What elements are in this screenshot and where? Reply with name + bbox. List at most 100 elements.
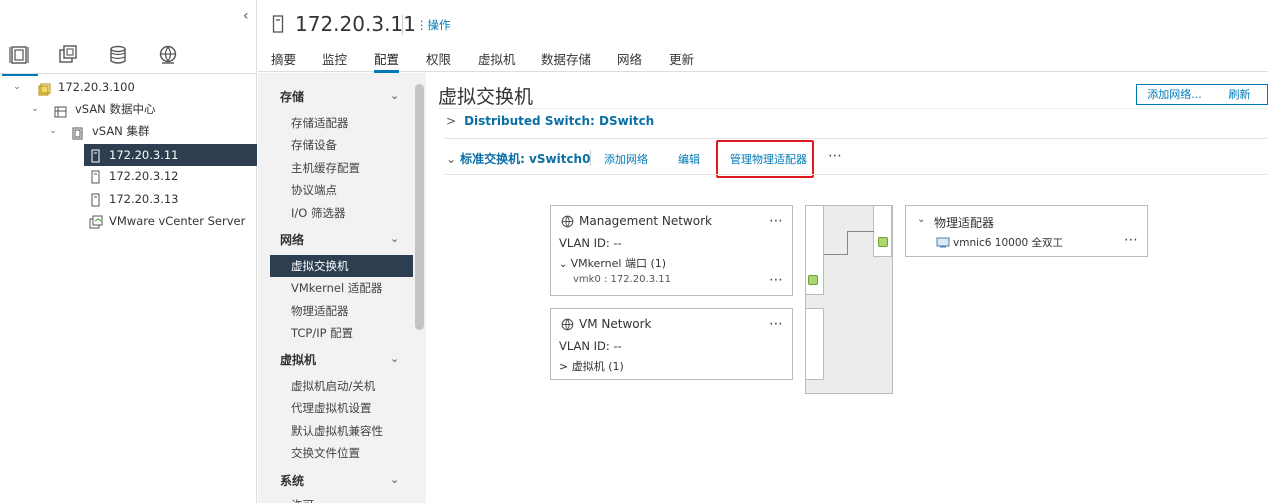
menu-item-storage-adapters[interactable]: 存储适配器: [291, 115, 349, 131]
standard-switch-header[interactable]: ⌄ 标准交换机: vSwitch0: [446, 150, 590, 167]
storage-icon[interactable]: [107, 44, 131, 68]
menu-item-vm-compat[interactable]: 默认虚拟机兼容性: [291, 423, 383, 439]
menu-scrollbar-thumb[interactable]: [415, 84, 424, 330]
networking-icon[interactable]: [157, 44, 181, 68]
menu-section-storage[interactable]: 存储: [280, 88, 304, 105]
tree-item-label: vSAN 数据中心: [75, 102, 156, 116]
menu-item-virtual-switches[interactable]: 虚拟交换机: [270, 255, 413, 277]
tab-summary[interactable]: 摘要: [271, 49, 296, 68]
actions-menu[interactable]: ⋮操作: [416, 17, 451, 33]
menu-item-licensing[interactable]: 许可: [291, 497, 314, 503]
vms-label: 虚拟机 (1): [571, 360, 624, 373]
tree-item-cluster[interactable]: ⌄ vSAN 集群: [0, 120, 257, 142]
tab-networks[interactable]: 网络: [617, 49, 642, 68]
menu-item-protocol-endpoints[interactable]: 协议端点: [291, 182, 337, 198]
add-network-link[interactable]: 添加网络: [604, 151, 648, 167]
tree-item-label: 172.20.3.100: [58, 80, 135, 94]
tree-item-vm[interactable]: VMware vCenter Server: [0, 210, 257, 232]
more-actions-icon[interactable]: ⋯: [1124, 232, 1139, 248]
chevron-down-icon[interactable]: ⌄: [390, 473, 399, 486]
chevron-down-icon[interactable]: ⌄: [390, 232, 399, 245]
menu-item-agent-vm[interactable]: 代理虚拟机设置: [291, 400, 372, 416]
chevron-down-icon[interactable]: ⌄: [390, 352, 399, 365]
tab-permissions[interactable]: 权限: [426, 49, 451, 68]
tree-item-label: 172.20.3.12: [109, 169, 179, 183]
more-actions-icon[interactable]: ⋯: [769, 316, 784, 332]
port-group-name: Management Network: [579, 214, 712, 228]
chevron-down-icon: ⌄: [446, 152, 457, 166]
vcenter-icon: [38, 81, 51, 96]
menu-item-host-cache[interactable]: 主机缓存配置: [291, 160, 360, 176]
menu-section-system[interactable]: 系统: [280, 472, 304, 489]
configure-menu: 存储 ⌄ 存储适配器 存储设备 主机缓存配置 协议端点 I/O 筛选器 网络 ⌄…: [258, 73, 426, 503]
host-icon: [89, 148, 102, 163]
menu-item-io-filters[interactable]: I/O 筛选器: [291, 205, 345, 221]
vmkernel-ports-label: VMkernel 端口 (1): [570, 257, 667, 270]
tree-item-datacenter[interactable]: ⌄ vSAN 数据中心: [0, 98, 257, 120]
chevron-down-icon[interactable]: ⌄: [12, 76, 22, 98]
header-divider: [402, 15, 403, 35]
more-actions-icon[interactable]: ⋯: [769, 213, 784, 229]
host-icon: [89, 192, 102, 207]
chevron-right-icon: >: [446, 114, 457, 128]
menu-item-tcpip-config[interactable]: TCP/IP 配置: [291, 325, 353, 341]
vmkernel-item[interactable]: vmk0 : 172.20.3.11: [573, 274, 671, 285]
hosts-clusters-icon[interactable]: [2, 44, 38, 76]
vmkernel-ports-toggle[interactable]: ⌄ VMkernel 端口 (1): [559, 255, 666, 271]
switch-wire: [824, 254, 848, 255]
chevron-down-icon[interactable]: ⌄: [917, 214, 925, 225]
switch-actions-divider: [590, 150, 591, 166]
tab-datastores[interactable]: 数据存储: [541, 49, 591, 68]
title-divider: [438, 108, 1268, 109]
tab-vms[interactable]: 虚拟机: [478, 49, 516, 68]
globe-icon: [561, 215, 574, 228]
refresh-button[interactable]: 刷新: [1212, 84, 1268, 105]
uplink-port-icon: [878, 237, 888, 247]
tab-updates[interactable]: 更新: [669, 49, 694, 68]
menu-section-networking[interactable]: 网络: [280, 231, 304, 248]
edit-link[interactable]: 编辑: [678, 151, 700, 167]
more-actions-icon[interactable]: ⋯: [828, 148, 843, 164]
menu-item-physical-adapters[interactable]: 物理适配器: [291, 303, 349, 319]
tree-item-host[interactable]: 172.20.3.12: [0, 165, 257, 187]
physical-adapters-title: 物理适配器: [934, 216, 995, 230]
distributed-switch-label: Distributed Switch: DSwitch: [464, 114, 655, 128]
vlan-id: VLAN ID: --: [559, 339, 622, 353]
chevron-right-icon: >: [559, 360, 572, 373]
tree-item-label: vSAN 集群: [92, 124, 150, 138]
nic-label: vmnic6 10000 全双工: [953, 237, 1064, 249]
collapse-navigator-icon[interactable]: ‹: [243, 8, 249, 24]
distributed-switch-row[interactable]: > Distributed Switch: DSwitch: [446, 114, 654, 128]
tab-monitor[interactable]: 监控: [322, 49, 347, 68]
actions-label: 操作: [427, 18, 451, 32]
menu-item-vmkernel-adapters[interactable]: VMkernel 适配器: [291, 280, 382, 296]
add-network-button[interactable]: 添加网络...: [1136, 84, 1213, 105]
chevron-down-icon: ⌄: [559, 259, 571, 270]
vms-toggle[interactable]: > 虚拟机 (1): [559, 358, 624, 374]
vm-icon: [89, 214, 103, 229]
port-group-management[interactable]: Management Network ⋯ VLAN ID: -- ⌄ VMker…: [550, 205, 793, 296]
port-group-connector: [805, 308, 824, 380]
host-icon: [89, 169, 102, 184]
host-title: 172.20.3.11: [295, 12, 416, 36]
chevron-down-icon[interactable]: ⌄: [48, 120, 58, 142]
globe-icon: [561, 318, 574, 331]
tab-configure[interactable]: 配置: [374, 49, 400, 73]
chevron-down-icon[interactable]: ⌄: [390, 89, 399, 102]
navigator-tabs: [0, 38, 257, 76]
more-actions-icon[interactable]: ⋯: [769, 272, 784, 288]
chevron-down-icon[interactable]: ⌄: [30, 98, 40, 120]
physical-adapters-card[interactable]: ⌄ 物理适配器 vmnic6 10000 全双工 ⋯: [905, 205, 1148, 257]
tree-item-host-selected[interactable]: 172.20.3.11: [84, 144, 257, 166]
menu-section-vms[interactable]: 虚拟机: [280, 351, 316, 368]
vms-templates-icon[interactable]: [57, 44, 81, 68]
menu-item-swap-location[interactable]: 交换文件位置: [291, 445, 360, 461]
menu-item-vm-startup[interactable]: 虚拟机启动/关机: [291, 378, 375, 394]
menu-item-storage-devices[interactable]: 存储设备: [291, 137, 337, 153]
tree-item-host[interactable]: 172.20.3.13: [0, 188, 257, 210]
tree-item-vcenter[interactable]: ⌄ 172.20.3.100: [0, 76, 257, 98]
standard-switch-prefix: 标准交换机:: [460, 152, 530, 166]
cluster-icon: [71, 125, 84, 140]
port-group-vm-network[interactable]: VM Network ⋯ VLAN ID: -- > 虚拟机 (1): [550, 308, 793, 380]
tree-item-label: 172.20.3.13: [109, 192, 179, 206]
